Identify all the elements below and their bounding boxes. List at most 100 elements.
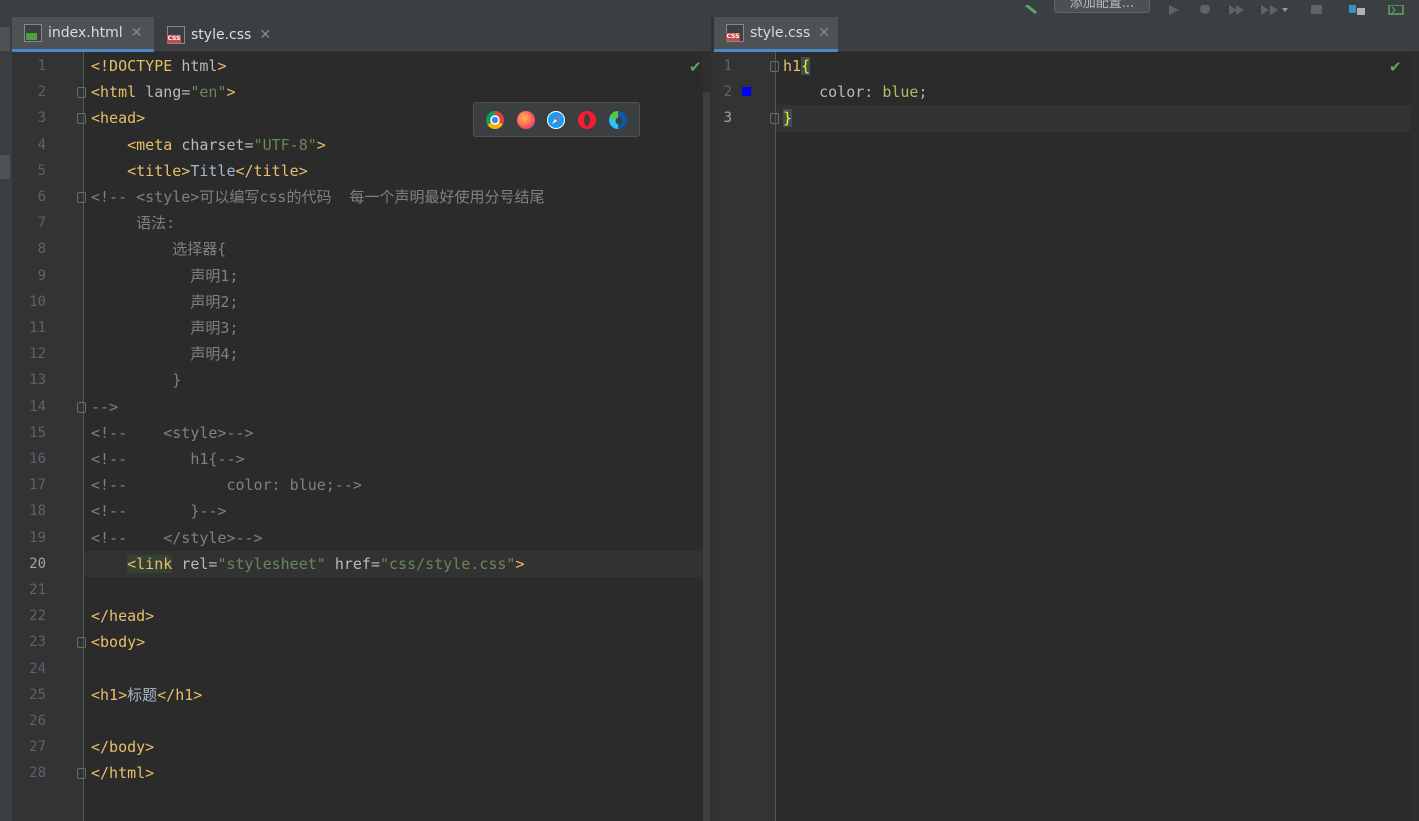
safari-icon[interactable]	[547, 110, 566, 129]
code-token: <!-- <style>可以编写css的代码 每一个声明最好使用分号结尾	[91, 188, 545, 206]
right-tab-bar: CSS style.css ✕	[714, 17, 1419, 52]
code-token: "stylesheet"	[217, 554, 326, 573]
code-token: <!-- <style>-->	[91, 423, 254, 442]
profile-icon[interactable]	[1260, 0, 1288, 15]
fold-toggle-icon[interactable]	[77, 401, 86, 413]
code-token: "en"	[190, 83, 227, 102]
code-token: <!-- }-->	[91, 502, 227, 521]
fold-toggle-icon[interactable]	[770, 61, 779, 72]
left-scrollbar[interactable]	[702, 52, 711, 821]
fold-toggle-icon[interactable]	[770, 113, 779, 125]
tab-style-css[interactable]: CSS style.css ✕	[155, 17, 283, 52]
code-token: color	[819, 83, 865, 102]
tab-index-html[interactable]: index.html ✕	[12, 17, 154, 52]
code-token: }	[783, 109, 793, 128]
build-hammer-icon[interactable]	[1024, 0, 1038, 15]
code-token: :	[864, 83, 883, 102]
code-line: 选择器{	[91, 236, 226, 262]
tab-label: style.css	[191, 26, 252, 43]
code-token: <head>	[91, 109, 146, 128]
ide-window: 添加配置... index.html ✕ CSS style.css ✕ CSS…	[0, 0, 1419, 821]
add-configuration-button[interactable]: 添加配置...	[1054, 0, 1150, 13]
code-line: h1{	[783, 53, 811, 79]
fold-toggle-icon[interactable]	[77, 768, 86, 780]
code-token: <!-- h1{-->	[91, 450, 245, 468]
code-line: 语法:	[91, 210, 175, 236]
code-token: 标题	[127, 685, 158, 704]
code-token: charset	[181, 135, 245, 154]
firefox-icon[interactable]	[516, 110, 535, 129]
opera-icon[interactable]	[578, 110, 597, 129]
line-number: 1	[723, 58, 732, 74]
line-number: 20	[29, 555, 46, 572]
code-token: =	[244, 135, 254, 154]
project-tool-strip	[0, 17, 12, 821]
line-number: 22	[29, 608, 46, 625]
run-icon[interactable]	[1168, 0, 1180, 15]
code-line: </body>	[91, 734, 154, 760]
code-line: <h1>标题</h1>	[91, 682, 202, 708]
terminal-icon[interactable]	[1388, 0, 1406, 15]
line-number: 10	[29, 293, 46, 310]
code-token: </title>	[235, 161, 308, 180]
line-number: 2	[37, 84, 46, 101]
right-scrollbar[interactable]	[1410, 52, 1419, 821]
line-number: 26	[29, 713, 46, 729]
code-token: }	[91, 371, 182, 390]
color-preview-swatch[interactable]	[742, 87, 751, 96]
code-token: -->	[91, 397, 119, 416]
code-token: lang	[145, 83, 182, 102]
project-tool-button[interactable]	[0, 27, 10, 51]
code-token: ;	[918, 83, 928, 102]
left-scrollbar-thumb[interactable]	[703, 92, 710, 821]
line-number: 3	[723, 110, 732, 127]
close-icon[interactable]: ✕	[818, 25, 830, 41]
fold-toggle-icon[interactable]	[77, 87, 86, 99]
line-number: 13	[29, 372, 46, 389]
line-number: 28	[29, 765, 46, 782]
fold-toggle-icon[interactable]	[77, 113, 86, 125]
close-icon[interactable]: ✕	[259, 27, 271, 43]
code-token: <!-- </style>-->	[91, 528, 263, 547]
project-structure-icon[interactable]	[1348, 0, 1366, 15]
tab-label: style.css	[749, 25, 811, 41]
tab-style-css-right[interactable]: CSS style.css ✕	[714, 17, 838, 52]
code-line: 声明4;	[91, 341, 238, 367]
edge-icon[interactable]	[608, 110, 627, 129]
close-icon[interactable]: ✕	[131, 25, 143, 41]
code-token: h1	[783, 57, 802, 75]
line-number: 1	[37, 58, 46, 74]
line-number: 17	[29, 477, 46, 494]
stop-icon[interactable]	[1311, 0, 1323, 14]
code-token: href	[334, 554, 371, 573]
debug-icon[interactable]	[1198, 0, 1212, 14]
line-number: 23	[29, 634, 46, 651]
code-token: <link	[127, 554, 173, 573]
code-line: <!-- </style>-->	[91, 525, 263, 551]
right-code-editor[interactable]: h1{ color: blue;}	[776, 52, 1410, 821]
code-token: <!-- color: blue;-->	[91, 476, 362, 495]
fold-toggle-icon[interactable]	[77, 637, 86, 649]
html-file-icon	[24, 24, 42, 42]
structure-tool-button[interactable]	[0, 155, 10, 179]
code-token: <body>	[91, 633, 146, 652]
left-code-editor[interactable]: <!DOCTYPE html> <html lang="en"> <head> <m…	[84, 52, 702, 821]
chrome-icon[interactable]	[486, 110, 505, 129]
code-token: =	[181, 83, 191, 102]
code-token: >	[515, 554, 525, 573]
fold-toggle-icon[interactable]	[77, 192, 86, 203]
code-token: 声明1;	[91, 266, 239, 285]
line-number: 27	[29, 739, 46, 756]
code-line: <html lang="en">	[91, 79, 236, 105]
code-token: >	[316, 135, 326, 154]
inspection-ok-icon[interactable]: ✔	[1389, 58, 1402, 76]
code-line: <!DOCTYPE html>	[91, 53, 226, 79]
top-toolbar: 添加配置...	[0, 0, 1419, 17]
coverage-icon[interactable]	[1228, 0, 1246, 15]
line-number: 25	[29, 686, 46, 703]
code-line: <title>Title</title>	[91, 158, 308, 184]
code-line: 声明1;	[91, 263, 238, 289]
